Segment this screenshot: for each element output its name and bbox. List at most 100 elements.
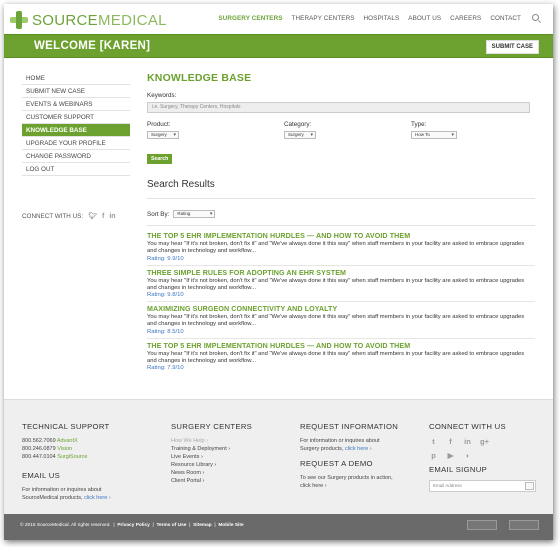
footer-link-news-room[interactable]: News Room › (171, 469, 281, 477)
footer-social-row: p ▶ ◗ (429, 451, 544, 460)
main-content: KNOWLEDGE BASE Keywords: i.e. Surgery, T… (147, 72, 535, 372)
footer: TECHNICAL SUPPORT 800.562.7069 AdvantX 8… (4, 399, 553, 514)
privacy-link[interactable]: Privacy Policy (117, 523, 150, 528)
result-item: MAXIMIZING SURGEON CONNECTIVITY AND LOYA… (147, 305, 535, 339)
footer-text: SourceMedical products, click here › (22, 495, 111, 501)
request-click-here-link[interactable]: click here › (345, 446, 372, 452)
sort-select[interactable]: Rating (173, 210, 216, 218)
footer-surgery-centers: SURGERY CENTERS How We Help › Training &… (171, 422, 281, 485)
facebook-icon[interactable]: f (102, 213, 104, 220)
footer-text: Surgery products, click here › (300, 446, 372, 452)
submit-case-button[interactable]: SUBMIT CASE (485, 40, 539, 54)
search-button[interactable]: Search (147, 154, 173, 164)
phone-line: 800.562.7069 AdvantX (22, 438, 78, 444)
rss-icon[interactable]: ◗ (463, 451, 472, 460)
footer-link-resource-library[interactable]: Resource Library › (171, 461, 281, 469)
email-signup-input[interactable]: Email Address (429, 480, 536, 492)
youtube-icon[interactable]: ▶ (446, 451, 455, 460)
footer-link-training[interactable]: Training & Deployment › (171, 445, 281, 453)
footer-heading: EMAIL SIGNUP (429, 465, 487, 474)
search-icon[interactable] (532, 14, 539, 21)
result-excerpt: You may hear "If it's not broken, don't … (147, 350, 525, 365)
sidebar-item-home[interactable]: HOME (22, 72, 130, 85)
terms-link[interactable]: Terms of Use (156, 523, 186, 528)
footer-tech-support: TECHNICAL SUPPORT 800.562.7069 AdvantX 8… (22, 422, 152, 502)
footer-connect: CONNECT WITH US t f in g+ p ▶ ◗ EMAIL SI… (429, 422, 544, 492)
phone-line: 800.246.0879 Vision (22, 446, 73, 452)
type-label: Type: (411, 121, 427, 128)
phone-product-link[interactable]: SurgiSource (57, 454, 87, 460)
product-filter: Product: Surgery (147, 121, 179, 139)
category-select[interactable]: Surgery (284, 131, 316, 139)
facebook-icon[interactable]: f (446, 437, 455, 446)
nav-surgery-centers[interactable]: SURGERY CENTERS (218, 15, 282, 22)
divider (147, 264, 535, 266)
phone-product-link[interactable]: Vision (57, 446, 72, 452)
welcome-heading: WELCOME [KAREN] (34, 40, 151, 52)
footer-link-client-portal[interactable]: Client Portal › (171, 477, 281, 485)
twitter-icon[interactable]: t (429, 437, 438, 446)
footer-social-row: t f in g+ (429, 437, 544, 446)
email-click-here-link[interactable]: click here › (84, 495, 111, 501)
google-plus-icon[interactable]: g+ (480, 437, 489, 446)
twitter-icon[interactable]: 🐦︎ (88, 212, 97, 220)
logo[interactable]: SOURCEMEDICAL (10, 11, 167, 29)
top-bar: SOURCEMEDICAL SURGERY CENTERS THERAPY CE… (4, 4, 553, 34)
email-submit-icon[interactable] (525, 482, 534, 490)
footer-text: For information or inquires about (300, 438, 380, 444)
sidebar-item-upgrade-profile[interactable]: UPGRADE YOUR PROFILE (22, 137, 130, 150)
logo-mark-icon (10, 11, 28, 29)
footer-heading: TECHNICAL SUPPORT (22, 422, 110, 431)
footer-heading: REQUEST INFORMATION (300, 422, 399, 431)
page-frame: SOURCEMEDICAL SURGERY CENTERS THERAPY CE… (4, 4, 553, 540)
connect-label: CONNECT WITH US: (22, 212, 84, 220)
result-title-link[interactable]: THE TOP 5 EHR IMPLEMENTATION HURDLES — A… (147, 342, 535, 350)
badge-image[interactable] (467, 520, 497, 530)
phone-product-link[interactable]: AdvantX (57, 438, 78, 444)
sitemap-link[interactable]: Sitemap (193, 523, 212, 528)
result-item: THE TOP 5 EHR IMPLEMENTATION HURDLES — A… (147, 232, 535, 266)
result-title-link[interactable]: THE TOP 5 EHR IMPLEMENTATION HURDLES — A… (147, 232, 535, 240)
demo-click-here-link[interactable]: click here › (300, 482, 420, 490)
linkedin-icon[interactable]: in (109, 213, 115, 220)
sidebar-nav: HOME SUBMIT NEW CASE EVENTS & WEBINARS C… (22, 72, 130, 176)
sidebar-item-knowledge-base[interactable]: KNOWLEDGE BASE (22, 124, 130, 137)
bottom-bar: © 2015 SourceMedical. All rights reserve… (4, 514, 553, 540)
divider (147, 225, 535, 226)
type-select[interactable]: How To (411, 131, 457, 139)
result-rating: Rating: 9.9/10 (147, 255, 184, 262)
nav-therapy-centers[interactable]: THERAPY CENTERS (292, 15, 355, 22)
sidebar-item-submit-new-case[interactable]: SUBMIT NEW CASE (22, 85, 130, 98)
result-rating: Rating: 8.5/10 (147, 328, 184, 335)
copyright-line: © 2015 SourceMedical. All rights reserve… (20, 523, 244, 528)
sidebar-item-customer-support[interactable]: CUSTOMER SUPPORT (22, 111, 130, 124)
keywords-label: Keywords: (147, 92, 177, 99)
copyright: © 2015 SourceMedical. All rights reserve… (20, 523, 111, 528)
nav-contact[interactable]: CONTACT (490, 15, 521, 22)
footer-heading: SURGERY CENTERS (171, 422, 253, 431)
mobile-site-link[interactable]: Mobile Site (218, 523, 243, 528)
phone-line: 800.447.0104 SurgiSource (22, 454, 88, 460)
footer-link-how-we-help[interactable]: How We Help › (171, 437, 281, 445)
linkedin-icon[interactable]: in (463, 437, 472, 446)
keywords-input[interactable]: i.e. Surgery, Therapy Centers, Hospitals (147, 102, 530, 113)
sidebar-item-change-password[interactable]: CHANGE PASSWORD (22, 150, 130, 163)
result-title-link[interactable]: MAXIMIZING SURGEON CONNECTIVITY AND LOYA… (147, 305, 535, 313)
footer-link-live-events[interactable]: Live Events › (171, 453, 281, 461)
category-filter: Category: Surgery (284, 121, 316, 139)
sidebar-item-events-webinars[interactable]: EVENTS & WEBINARS (22, 98, 130, 111)
footer-text: To see our Surgery products in action, (300, 475, 393, 481)
divider (147, 301, 535, 303)
nav-careers[interactable]: CAREERS (450, 15, 481, 22)
result-item: THREE SIMPLE RULES FOR ADOPTING AN EHR S… (147, 269, 535, 303)
sidebar-item-log-out[interactable]: LOG OUT (22, 163, 130, 176)
sort-row: Sort By: Rating (147, 210, 533, 218)
nav-hospitals[interactable]: HOSPITALS (364, 15, 400, 22)
badge-image[interactable] (509, 520, 539, 530)
product-select[interactable]: Surgery (147, 131, 179, 139)
nav-about-us[interactable]: ABOUT US (408, 15, 441, 22)
result-item: THE TOP 5 EHR IMPLEMENTATION HURDLES — A… (147, 342, 535, 372)
pinterest-icon[interactable]: p (429, 451, 438, 460)
footer-heading: REQUEST A DEMO (300, 459, 373, 468)
result-title-link[interactable]: THREE SIMPLE RULES FOR ADOPTING AN EHR S… (147, 269, 535, 277)
